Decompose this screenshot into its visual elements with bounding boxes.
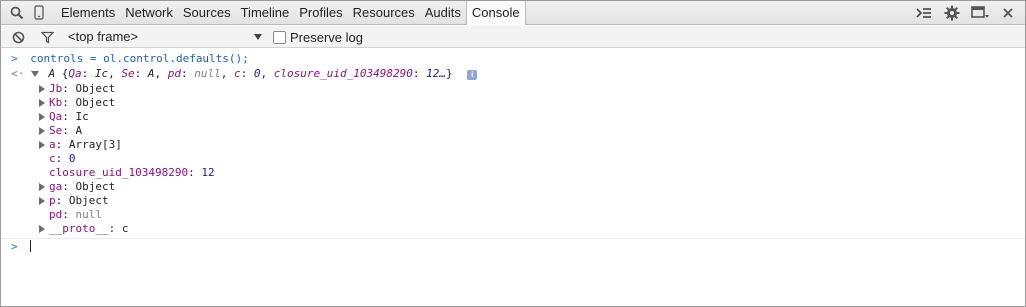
property-value: 12 <box>201 166 215 179</box>
expand-triangle-icon[interactable] <box>39 99 45 107</box>
property-value: Object <box>75 96 116 109</box>
console-toolbar: <top frame> Preserve log <box>1 26 1025 48</box>
property-value: c <box>121 222 129 235</box>
property-value: Object <box>75 180 116 193</box>
expand-triangle-icon[interactable] <box>39 225 45 233</box>
console-output: > controls = ol.control.defaults(); <· A… <box>1 49 1025 306</box>
result-arrow-icon: <· <box>11 67 25 80</box>
preview-key: c <box>234 67 241 80</box>
prompt-chevron-icon: > <box>11 240 18 253</box>
tab-profiles[interactable]: Profiles <box>294 1 347 25</box>
info-icon[interactable]: i <box>467 70 478 80</box>
property-key: p <box>49 194 56 207</box>
panel-tabs: Elements Network Sources Timeline Profil… <box>56 0 526 25</box>
property-key: closure_uid_103498290 <box>49 166 189 179</box>
property-row[interactable]: p: Object <box>39 194 109 208</box>
property-row[interactable]: Kb: Object <box>39 96 115 110</box>
chevron-down-icon[interactable] <box>254 34 262 40</box>
property-row: closure_uid_103498290: 12 <box>49 166 215 179</box>
property-row[interactable]: Qa: Ic <box>39 110 89 124</box>
expand-triangle-icon[interactable] <box>39 183 45 191</box>
preserve-log-toggle[interactable]: Preserve log <box>273 30 363 45</box>
tab-resources[interactable]: Resources <box>348 1 420 25</box>
preview-key: pd <box>167 67 181 80</box>
console-divider <box>1 238 1025 239</box>
devtools-toolbar: Elements Network Sources Timeline Profil… <box>1 0 1025 25</box>
text-cursor <box>30 240 32 252</box>
devtools-window: Elements Network Sources Timeline Profil… <box>0 0 1026 307</box>
gear-icon[interactable] <box>941 2 963 24</box>
result-preview: {Qa: Ic, Se: A, pd: null, c: 0, closure_… <box>61 67 453 80</box>
preview-key: Se <box>121 67 135 80</box>
tab-audits[interactable]: Audits <box>420 1 466 25</box>
filter-icon[interactable] <box>36 26 58 48</box>
preview-value: null <box>194 67 221 80</box>
block-icon[interactable] <box>7 26 29 48</box>
property-row[interactable]: Jb: Object <box>39 82 115 96</box>
console-prompt-line[interactable]: > <box>11 240 32 254</box>
tab-sources[interactable]: Sources <box>178 1 236 25</box>
property-row[interactable]: ga: Object <box>39 180 115 194</box>
property-key: Jb <box>49 82 63 95</box>
result-class: A <box>48 67 56 80</box>
result-summary[interactable]: <· A {Qa: Ic, Se: A, pd: null, c: 0, clo… <box>11 67 478 81</box>
tab-network[interactable]: Network <box>120 1 178 25</box>
property-key: a <box>49 138 56 151</box>
search-icon[interactable] <box>6 2 28 24</box>
tab-elements[interactable]: Elements <box>56 1 120 25</box>
property-row: pd: null <box>49 208 103 221</box>
expand-triangle-icon[interactable] <box>39 85 45 93</box>
property-key: Qa <box>49 110 63 123</box>
property-row[interactable]: __proto__: c <box>39 222 128 236</box>
property-key: ga <box>49 180 63 193</box>
preview-value: 12… <box>426 67 446 80</box>
expand-triangle-icon[interactable] <box>39 197 45 205</box>
preview-key: Qa <box>68 67 82 80</box>
preview-value: A <box>147 67 155 80</box>
property-key: Se <box>49 124 63 137</box>
expand-triangle-icon[interactable] <box>39 127 45 135</box>
close-icon[interactable] <box>997 2 1019 24</box>
property-key: c <box>49 152 56 165</box>
property-row[interactable]: a: Array[3] <box>39 138 122 152</box>
property-value: Ic <box>75 110 89 123</box>
property-value: Object <box>75 82 116 95</box>
tab-console[interactable]: Console <box>465 0 526 25</box>
property-value: null <box>75 208 103 221</box>
prompt-chevron-icon: > <box>11 52 18 65</box>
preview-value: Ic <box>94 67 109 80</box>
property-row[interactable]: Se: A <box>39 124 82 138</box>
preserve-log-label: Preserve log <box>290 30 363 45</box>
preview-key: closure_uid_103498290 <box>273 67 413 80</box>
drawer-toggle-icon[interactable] <box>913 2 935 24</box>
preserve-log-checkbox[interactable] <box>273 31 286 44</box>
expand-triangle-icon[interactable] <box>39 141 45 149</box>
frame-select[interactable]: <top frame> <box>68 26 138 48</box>
property-value: A <box>75 124 83 137</box>
device-icon[interactable] <box>28 2 50 24</box>
property-value: 0 <box>68 152 76 165</box>
expand-triangle-icon[interactable] <box>30 71 39 77</box>
console-input-line: > controls = ol.control.defaults(); <box>11 52 249 66</box>
property-value: Object <box>68 194 109 207</box>
property-key: __proto__ <box>49 222 109 235</box>
dock-icon[interactable] <box>969 2 991 24</box>
preview-value: 0 <box>253 67 261 80</box>
expand-triangle-icon[interactable] <box>39 113 45 121</box>
property-value: Array[3] <box>68 138 122 151</box>
property-row: c: 0 <box>49 152 76 165</box>
toolbar-right-controls <box>913 1 1019 25</box>
console-command[interactable]: controls = ol.control.defaults(); <box>30 52 249 65</box>
property-key: pd <box>49 208 63 221</box>
tab-timeline[interactable]: Timeline <box>236 1 295 25</box>
property-key: Kb <box>49 96 63 109</box>
